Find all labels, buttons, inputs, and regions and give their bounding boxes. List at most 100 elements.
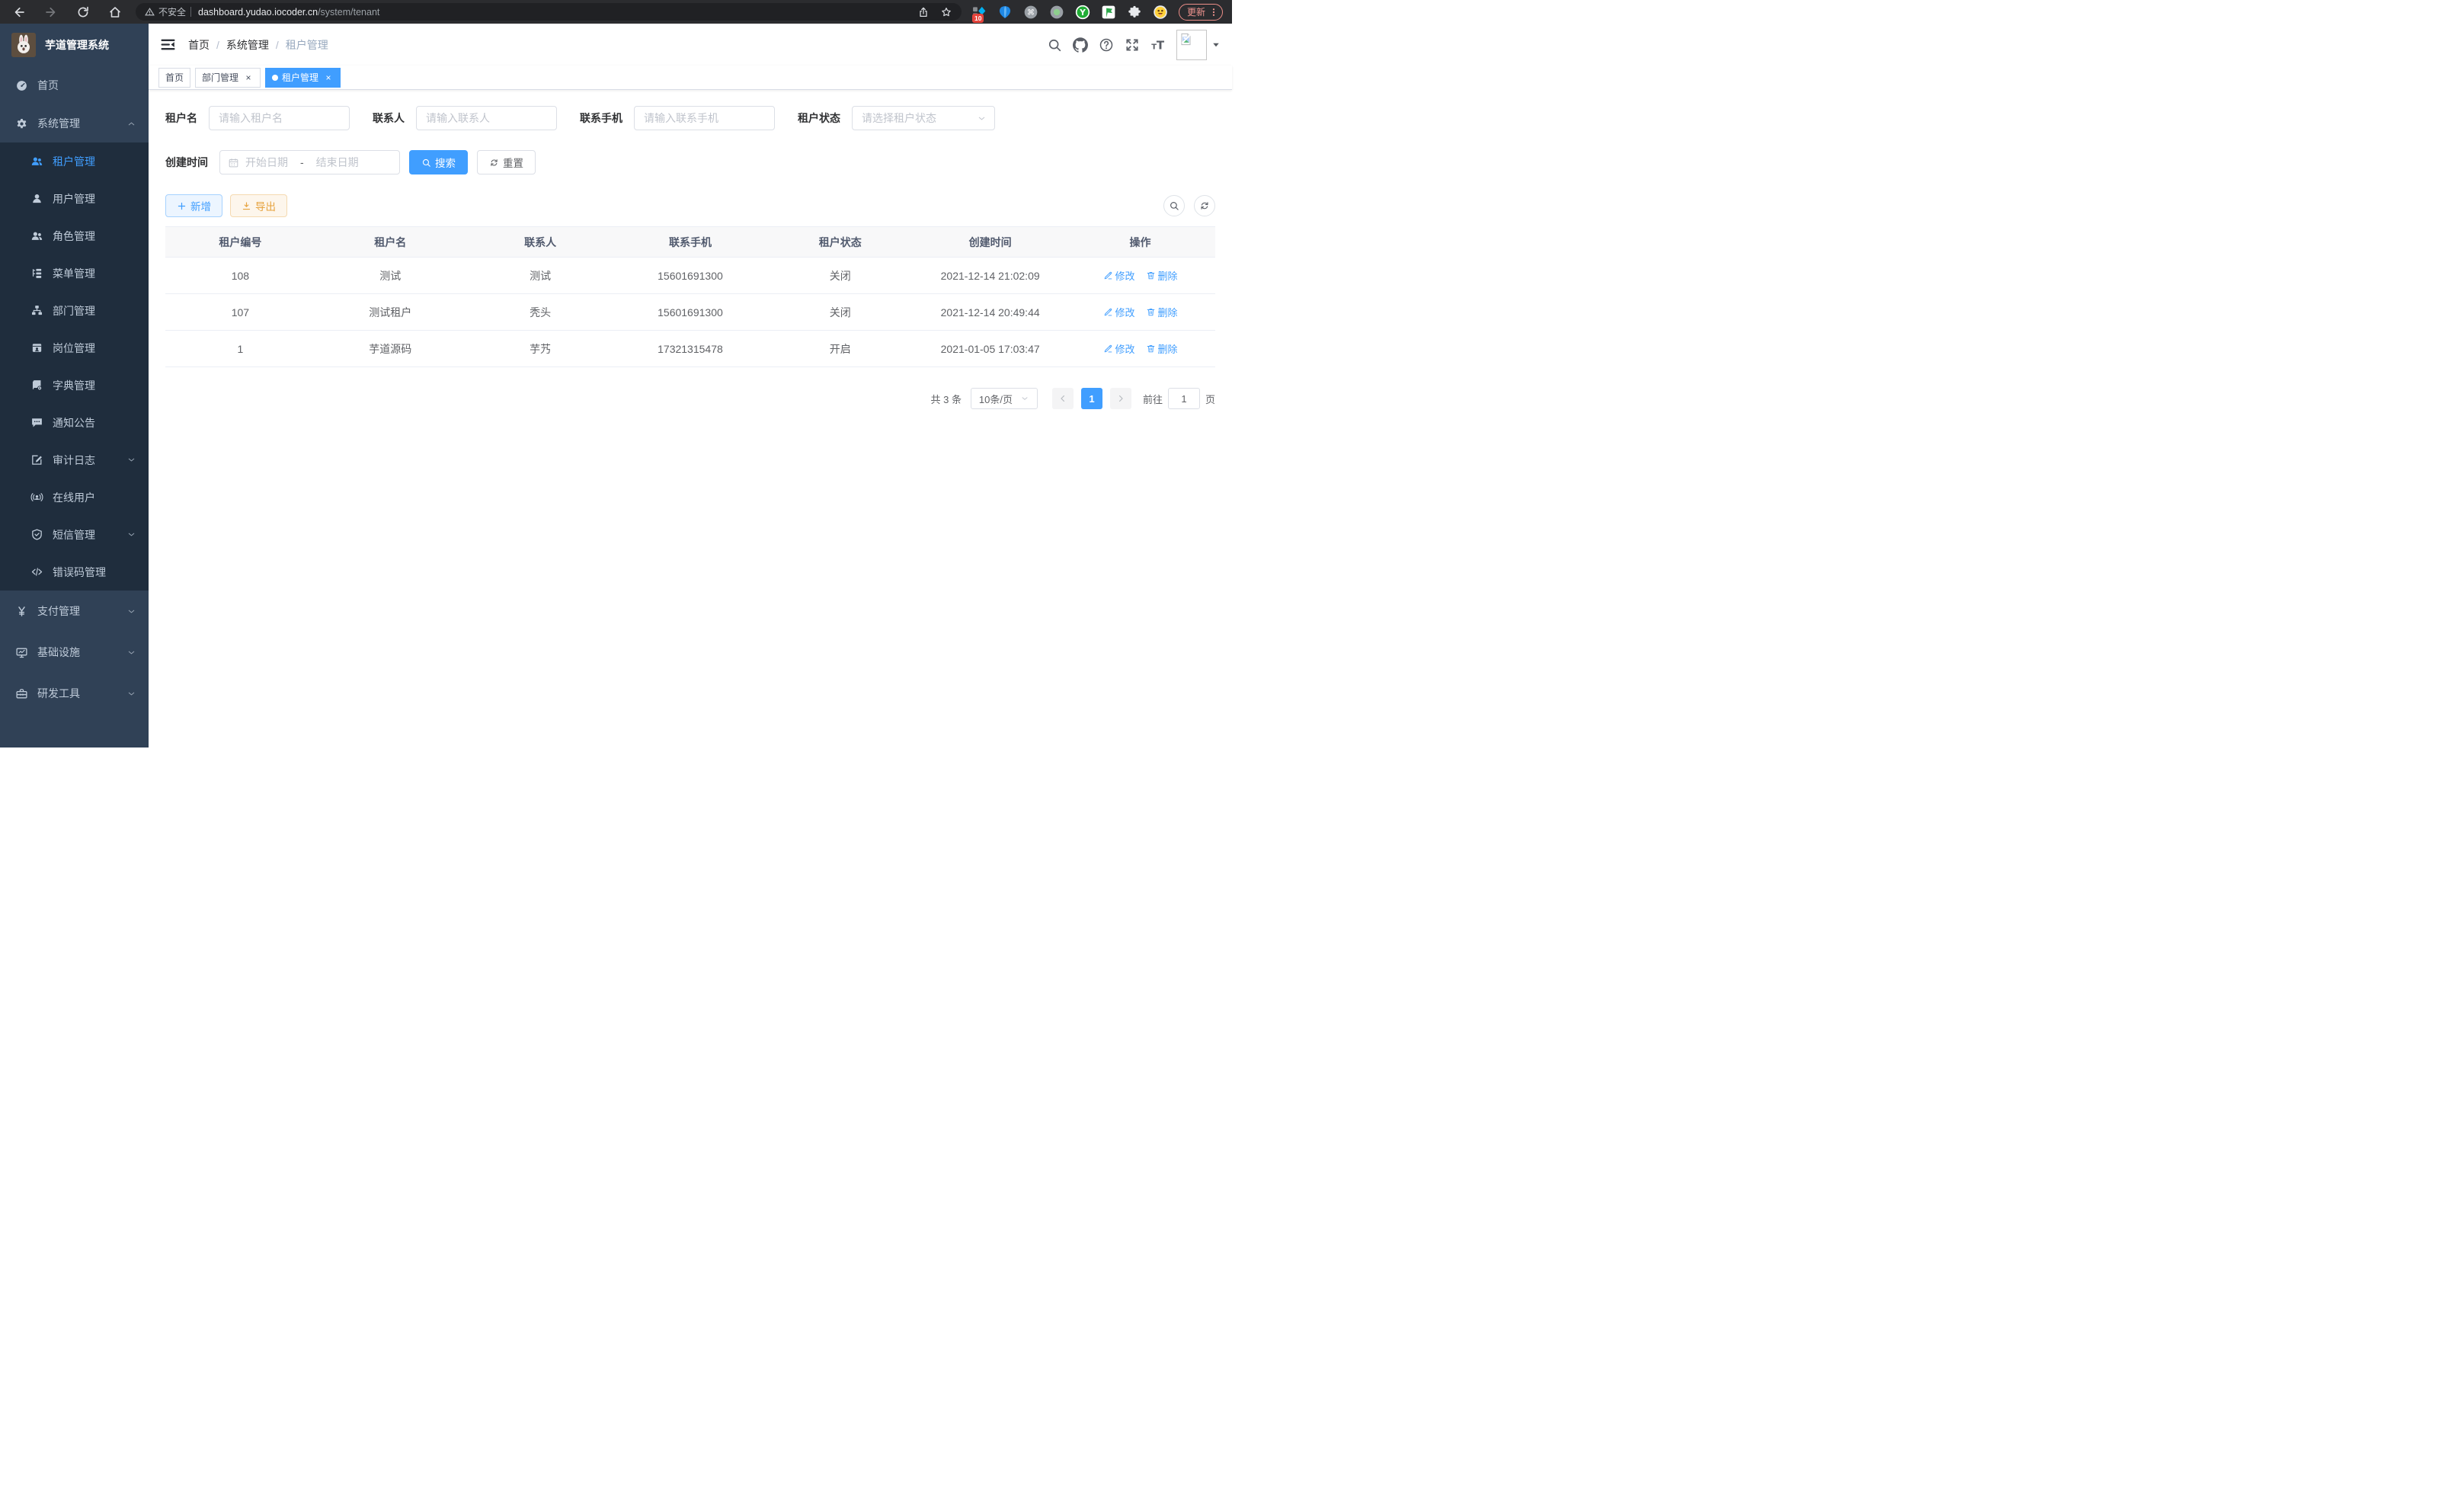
browser-menu-icon[interactable] (1208, 7, 1219, 18)
breadcrumb: 首页/系统管理/租户管理 (188, 37, 328, 53)
edit-link[interactable]: 修改 (1103, 268, 1135, 283)
browser-reload-icon[interactable] (76, 5, 90, 19)
sidebar-item-6[interactable]: 部门管理 (0, 292, 149, 329)
app-logo-row[interactable]: 芋道管理系统 (0, 24, 149, 66)
tab-label: 部门管理 (202, 71, 238, 84)
breadcrumb-item[interactable]: 首页 (188, 37, 210, 53)
sidebar-item-12[interactable]: 短信管理 (0, 516, 149, 553)
url-host: dashboard.yudao.iocoder.cn (198, 7, 318, 18)
sidebar-item-1[interactable]: 系统管理 (0, 104, 149, 142)
status-select[interactable]: 请选择租户状态 (852, 106, 995, 130)
browser-update-button[interactable]: 更新 (1179, 4, 1223, 21)
sidebar-item-11[interactable]: 在线用户 (0, 479, 149, 516)
contact-label: 联系人 (373, 110, 405, 126)
status-label: 租户状态 (798, 110, 840, 126)
sidebar-item-8[interactable]: 字典管理 (0, 367, 149, 404)
cell-id: 1 (165, 331, 315, 367)
font-size-icon[interactable]: TT (1150, 37, 1166, 53)
tags-view: 首页部门管理×租户管理× (149, 66, 1232, 90)
contact-input[interactable] (416, 106, 557, 130)
refresh-table-button[interactable] (1194, 195, 1215, 216)
tenant-name-input[interactable] (209, 106, 350, 130)
breadcrumb-item[interactable]: 系统管理 (226, 37, 269, 53)
payment-yen-icon (15, 605, 28, 618)
sidebar-item-5[interactable]: 菜单管理 (0, 255, 149, 292)
pen-icon (1103, 344, 1113, 354)
browser-back-icon[interactable] (12, 5, 26, 19)
export-button-label: 导出 (255, 198, 276, 213)
edit-link-label: 修改 (1115, 268, 1135, 283)
phone-input[interactable] (634, 106, 775, 130)
help-icon[interactable] (1099, 37, 1114, 53)
sidebar-item-9[interactable]: 通知公告 (0, 404, 149, 441)
avatar-caret-icon[interactable] (1211, 40, 1221, 50)
tab-0[interactable]: 首页 (158, 68, 190, 88)
date-range-picker[interactable]: 开始日期 - 结束日期 (219, 150, 400, 174)
browser-forward-icon[interactable] (44, 5, 58, 19)
extension-y-icon[interactable]: Y (1075, 5, 1090, 20)
dev-tools-icon (15, 687, 28, 700)
sidebar-item-16[interactable]: 研发工具 (0, 673, 149, 714)
tenant-table: 租户编号租户名联系人联系手机租户状态创建时间操作 108测试测试15601691… (165, 226, 1215, 367)
search-button[interactable]: 搜索 (409, 150, 468, 174)
sidebar-item-10[interactable]: 审计日志 (0, 441, 149, 479)
github-icon[interactable] (1073, 37, 1088, 53)
svg-text:T: T (1157, 38, 1165, 52)
page-size-select[interactable]: 10条/页 (971, 388, 1038, 409)
extensions-puzzle-icon[interactable] (1127, 5, 1142, 20)
chevron-down-icon (126, 648, 136, 658)
sms-shield-icon (30, 528, 43, 541)
next-page-button[interactable] (1110, 388, 1131, 409)
sidebar-item-7[interactable]: 岗位管理 (0, 329, 149, 367)
delete-link[interactable]: 删除 (1146, 268, 1178, 283)
extension-command-icon[interactable]: ⌘ (1023, 5, 1038, 20)
sidebar-menu: 首页系统管理租户管理用户管理角色管理菜单管理部门管理岗位管理字典管理通知公告审计… (0, 66, 149, 714)
close-tab-icon[interactable]: × (243, 72, 254, 83)
search-icon[interactable] (1047, 37, 1062, 53)
add-button[interactable]: 新增 (165, 194, 222, 217)
sidebar-item-14[interactable]: 支付管理 (0, 591, 149, 632)
browser-home-icon[interactable] (108, 5, 122, 19)
tab-2[interactable]: 租户管理× (265, 68, 341, 88)
extension-blocks-icon[interactable]: 10 (971, 5, 987, 20)
delete-link[interactable]: 删除 (1146, 305, 1178, 319)
reset-button[interactable]: 重置 (477, 150, 536, 174)
sidebar-item-13[interactable]: 错误码管理 (0, 553, 149, 591)
sidebar-item-4[interactable]: 角色管理 (0, 217, 149, 255)
app-title: 芋道管理系统 (45, 37, 109, 53)
delete-link[interactable]: 删除 (1146, 341, 1178, 356)
tab-label: 首页 (165, 71, 184, 84)
chevron-right-icon (1115, 393, 1126, 404)
share-icon[interactable] (917, 6, 930, 18)
address-bar[interactable]: 不安全 dashboard.yudao.iocoder.cn/system/te… (136, 3, 962, 21)
edit-link[interactable]: 修改 (1103, 341, 1135, 356)
avatar[interactable] (1176, 30, 1207, 60)
online-users-icon (30, 491, 43, 504)
table-column-header: 租户编号 (165, 227, 315, 258)
hamburger-icon[interactable] (160, 37, 176, 53)
fullscreen-icon[interactable] (1125, 37, 1140, 53)
sidebar-item-15[interactable]: 基础设施 (0, 632, 149, 673)
tab-1[interactable]: 部门管理 × (195, 68, 261, 88)
extension-recorder-icon[interactable] (1049, 5, 1064, 20)
bookmark-star-icon[interactable] (940, 6, 952, 18)
prev-page-button[interactable] (1052, 388, 1074, 409)
dictionary-icon (30, 379, 43, 392)
sidebar-item-3[interactable]: 用户管理 (0, 180, 149, 217)
chevron-up-icon (126, 119, 136, 129)
phone-label: 联系手机 (580, 110, 622, 126)
page-suffix-label: 页 (1205, 392, 1215, 406)
extension-flag-icon[interactable] (1101, 5, 1116, 20)
sidebar-item-2[interactable]: 租户管理 (0, 142, 149, 180)
error-code-icon (30, 565, 43, 578)
chevron-down-icon (126, 607, 136, 616)
close-tab-icon[interactable]: × (323, 72, 334, 83)
profile-avatar-icon[interactable] (1153, 5, 1168, 20)
current-page-button[interactable]: 1 (1081, 388, 1102, 409)
sidebar-item-0[interactable]: 首页 (0, 66, 149, 104)
extension-kite-icon[interactable] (997, 5, 1013, 20)
edit-link[interactable]: 修改 (1103, 305, 1135, 319)
goto-page-input[interactable] (1168, 388, 1200, 409)
export-button[interactable]: 导出 (230, 194, 287, 217)
toggle-search-button[interactable] (1163, 195, 1185, 216)
